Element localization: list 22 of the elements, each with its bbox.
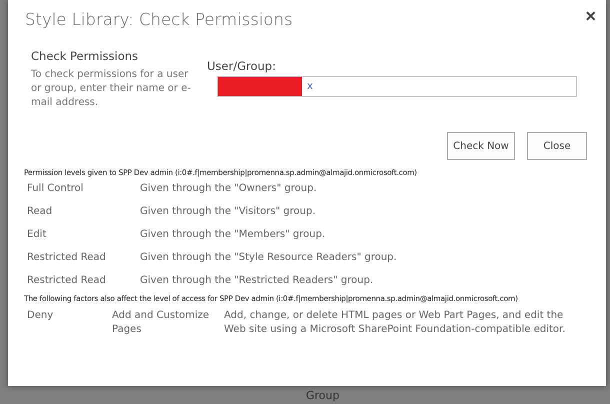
check-now-button[interactable]: Check Now bbox=[447, 132, 515, 160]
permission-source: Given through the "Style Resource Readers" group. bbox=[140, 252, 397, 263]
remove-link[interactable]: x bbox=[307, 81, 313, 92]
permission-level: Restricted Read bbox=[27, 275, 107, 286]
permission-source: Given through the "Members" group. bbox=[140, 229, 326, 240]
permission-level: Full Control bbox=[27, 183, 84, 194]
permission-source: Given through the "Restricted Readers" group. bbox=[140, 275, 374, 286]
field-label: User/Group: bbox=[207, 59, 277, 73]
user-group-field[interactable]: x bbox=[217, 76, 577, 97]
close-button[interactable]: Close bbox=[527, 132, 587, 160]
permission-level: Edit bbox=[27, 229, 48, 240]
permission-source: Given through the "Visitors" group. bbox=[140, 206, 316, 217]
permission-source: Given through the "Owners" group. bbox=[140, 183, 317, 194]
background-text: Group bbox=[306, 390, 340, 402]
dialog-title: Style Library: Check Permissions bbox=[25, 10, 293, 29]
factor-description: Add, change, or delete HTML pages or Web Part Pages, and edit the Web site using a Microsoft SharePoint Foundation-compatible editor. bbox=[224, 309, 566, 337]
factor-permission: Add and Customize Pages bbox=[112, 309, 210, 337]
permission-level: Restricted Read bbox=[27, 252, 107, 263]
section-description: To check permissions for a user or group, enter their name or e-mail address. bbox=[31, 68, 192, 110]
section-heading: Check Permissions bbox=[31, 49, 140, 63]
factor-type: Deny bbox=[27, 309, 54, 323]
permission-level: Read bbox=[27, 206, 54, 217]
